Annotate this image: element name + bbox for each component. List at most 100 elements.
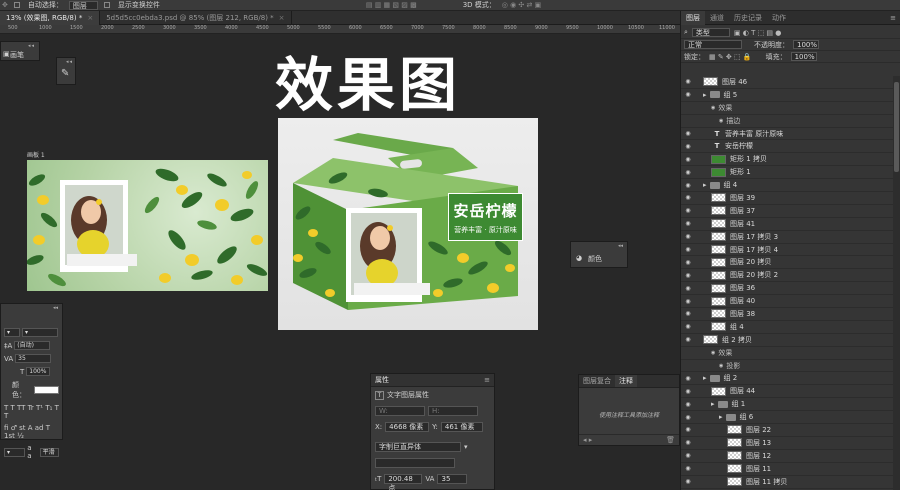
chevron-right-icon[interactable]: ▸ — [711, 400, 715, 408]
panel-grip-icon[interactable]: ◂◂ — [28, 43, 35, 49]
layer-row[interactable]: ◉ 效果 — [681, 102, 893, 115]
eye-icon[interactable]: ◉ — [681, 259, 695, 266]
layer-row[interactable]: ◉ ▸ 组 1 — [681, 398, 893, 412]
kind-filter-dropdown[interactable]: 类型 — [691, 28, 730, 37]
opentype-buttons[interactable]: fi ♂ st A ad T 1st ½ — [1, 422, 62, 442]
layer-row[interactable]: ◉ 组 2 拷贝 — [681, 334, 893, 347]
width-field[interactable]: W: — [375, 406, 425, 416]
doc-tab-effect[interactable]: 13% (效果图, RGB/8) * × — [0, 11, 101, 25]
close-icon[interactable]: × — [87, 14, 93, 22]
layer-row[interactable]: ◉ 图层 22 — [681, 424, 893, 437]
note-nav-arrows[interactable]: ◂ ▸ — [583, 436, 592, 444]
chevron-right-icon[interactable]: ▸ — [703, 181, 707, 189]
effect-eye-icon[interactable]: ◉ — [711, 350, 715, 356]
opacity-field[interactable]: 100% — [793, 40, 819, 49]
panel-grip-icon[interactable]: ◂◂ — [66, 59, 73, 65]
layer-row[interactable]: ◉ 图层 41 — [681, 218, 893, 231]
layer-row[interactable]: ◉ 图层 46 — [681, 76, 893, 89]
layer-row[interactable]: ◉ 图层 12 — [681, 450, 893, 463]
tracking-field[interactable]: 35 — [437, 474, 468, 484]
trash-icon[interactable]: 🗑 — [666, 436, 675, 444]
layer-row[interactable]: ◉ 投影 — [681, 360, 893, 373]
eye-icon[interactable]: ◉ — [681, 401, 695, 408]
effect-eye-icon[interactable]: ◉ — [711, 105, 715, 111]
panel-menu-icon[interactable]: ≡ — [890, 11, 900, 24]
layer-row[interactable]: ◉ ▸ 组 4 — [681, 179, 893, 193]
layer-row[interactable]: ◉ 矩形 1 拷贝 — [681, 153, 893, 167]
eye-icon[interactable]: ◉ — [681, 336, 695, 343]
chevron-right-icon[interactable]: ▸ — [719, 413, 723, 421]
eye-icon[interactable]: ◉ — [681, 272, 695, 279]
layer-row[interactable]: ◉ 效果 — [681, 347, 893, 360]
height-field[interactable]: H: — [428, 406, 478, 416]
color-palette-icon[interactable]: ◕ — [576, 254, 582, 262]
layer-row[interactable]: ◉ 矩形 1 — [681, 166, 893, 180]
text-color-swatch[interactable] — [34, 386, 59, 394]
layer-row[interactable]: ◉ 图层 38 — [681, 308, 893, 321]
layer-row[interactable]: ◉ 图层 44 — [681, 385, 893, 399]
layer-row[interactable]: ◉ 描边 — [681, 115, 893, 128]
eye-icon[interactable]: ◉ — [681, 130, 695, 137]
align-icons[interactable]: ▤ ▥ ▦ ▧ ▨ ▩ — [366, 1, 417, 9]
tab-channels[interactable]: 通道 — [705, 11, 729, 25]
tracking-field[interactable]: 35 — [15, 354, 52, 363]
fill-field[interactable]: 100% — [790, 52, 817, 61]
chevron-down-icon[interactable]: ▾ — [464, 443, 468, 451]
tab-notes[interactable]: 注释 — [615, 375, 637, 387]
eye-icon[interactable]: ◉ — [681, 91, 695, 98]
layer-row[interactable]: ◉ 图层 36 — [681, 282, 893, 296]
artboard-label[interactable]: 画板 1 — [27, 150, 45, 159]
eye-icon[interactable]: ◉ — [681, 169, 695, 176]
lock-icons[interactable]: ▦ ✎ ✥ ⬚ 🔒 — [709, 53, 752, 61]
eye-icon[interactable]: ◉ — [681, 246, 695, 253]
eye-icon[interactable]: ◉ — [681, 156, 695, 163]
brush-panel-icon[interactable]: ▣ — [3, 50, 10, 58]
layer-row[interactable]: ◉ 图层 17 拷贝 3 — [681, 231, 893, 244]
layer-row[interactable]: ◉ 图层 11 拷贝 — [681, 476, 893, 489]
y-field[interactable]: 461 像素 — [440, 422, 483, 432]
layer-row[interactable]: ◉ 图层 11 — [681, 463, 893, 476]
eye-icon[interactable]: ◉ — [681, 388, 695, 395]
eye-icon[interactable]: ◉ — [681, 207, 695, 214]
layers-scrollbar[interactable] — [893, 76, 900, 490]
panel-menu-icon[interactable]: ≡ — [484, 374, 490, 387]
font-variant-dropdown[interactable]: ▾ — [22, 328, 58, 337]
eye-icon[interactable]: ◉ — [681, 478, 695, 485]
eye-icon[interactable]: ◉ — [681, 426, 695, 433]
pen-tool-icon[interactable]: ✎ — [61, 68, 69, 79]
eye-icon[interactable]: ◉ — [681, 465, 695, 472]
scrollbar-thumb[interactable] — [894, 82, 899, 172]
layer-row[interactable]: ◉ T 安岳柠檬 — [681, 140, 893, 154]
eye-icon[interactable]: ◉ — [681, 323, 695, 330]
eye-icon[interactable]: ◉ — [681, 233, 695, 240]
text-style-buttons[interactable]: T T TT Tr T¹ T₁ T T — [1, 402, 62, 422]
chevron-right-icon[interactable]: ▸ — [703, 91, 707, 99]
auto-select-dropdown[interactable]: 图层 — [68, 0, 98, 10]
layer-row[interactable]: ◉ 图层 40 — [681, 295, 893, 309]
eye-icon[interactable]: ◉ — [681, 414, 695, 421]
eye-icon[interactable]: ◉ — [681, 78, 695, 85]
font-style-field[interactable] — [375, 458, 455, 468]
tab-layers[interactable]: 图层 — [681, 11, 705, 25]
eye-icon[interactable]: ◉ — [681, 182, 695, 189]
effect-eye-icon[interactable]: ◉ — [719, 118, 723, 124]
panel-grip-icon[interactable]: ◂◂ — [53, 305, 58, 311]
layer-row[interactable]: ◉ 图层 39 — [681, 192, 893, 205]
doc-tab-psd[interactable]: 5d5d5cc0ebda3.psd @ 85% (图层 212, RGB/8) … — [100, 11, 292, 25]
auto-select-checkbox[interactable] — [13, 2, 20, 8]
filter-icons[interactable]: ▣ ◐ T ⬚ ▤ ● — [734, 29, 781, 37]
close-icon[interactable]: × — [279, 14, 285, 22]
eye-icon[interactable]: ◉ — [681, 439, 695, 446]
eye-icon[interactable]: ◉ — [681, 143, 695, 150]
show-transform-checkbox[interactable] — [103, 2, 110, 8]
3d-tools-icons[interactable]: ◎ ◉ ✣ ⇄ ▣ — [502, 1, 541, 9]
layer-row[interactable]: ◉ 图层 17 拷贝 4 — [681, 244, 893, 257]
eye-icon[interactable]: ◉ — [681, 375, 695, 382]
chevron-right-icon[interactable]: ▸ — [703, 374, 707, 382]
eye-icon[interactable]: ◉ — [681, 285, 695, 292]
x-field[interactable]: 4668 像素 — [385, 422, 430, 432]
layer-row[interactable]: ◉ 图层 20 拷贝 2 — [681, 269, 893, 283]
eye-icon[interactable]: ◉ — [681, 220, 695, 227]
antialias-dropdown[interactable]: 平滑 — [39, 447, 59, 457]
font-size-field[interactable]: 200.48 点 — [384, 474, 423, 490]
